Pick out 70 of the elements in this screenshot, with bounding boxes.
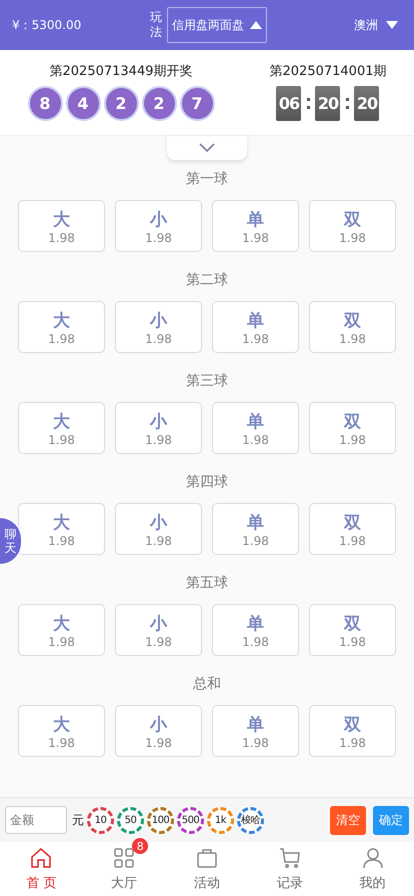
chip-button[interactable]: 500 [177,806,204,834]
countdown-digit: 20 [315,86,340,121]
bet-option[interactable]: 双 1.98 [309,604,396,656]
bet-option[interactable]: 小 1.98 [115,705,202,757]
bet-option[interactable]: 双 1.98 [309,200,396,252]
caret-up-icon [250,21,262,29]
unit-text: 元 [72,812,84,828]
chip-button[interactable]: 100 [147,806,174,834]
chevron-down-icon [199,143,215,153]
chip-button[interactable]: 10 [87,806,114,834]
bet-option[interactable]: 大 1.98 [18,705,105,757]
bet-option[interactable]: 大 1.98 [18,200,105,252]
bet-option[interactable]: 小 1.98 [115,301,202,353]
bet-option[interactable]: 单 1.98 [212,705,299,757]
result-ball: 2 [142,86,176,121]
colon-separator-icon [345,98,350,109]
section-title: 第五球 [186,574,228,593]
bet-option[interactable]: 单 1.98 [212,604,299,656]
bet-option[interactable]: 单 1.98 [212,301,299,353]
bet-option[interactable]: 小 1.98 [115,200,202,252]
home-icon [29,846,54,870]
bet-option[interactable]: 双 1.98 [309,503,396,555]
grid-icon [112,846,136,870]
colon-separator-icon [306,98,310,109]
bet-option[interactable]: 双 1.98 [309,301,396,353]
next-issue-text: 第20250714001期 [270,63,386,80]
bet-option[interactable]: 大 1.98 [18,503,105,555]
chip-button[interactable]: 梭哈 [237,806,264,834]
countdown-digit: 06 [276,86,302,121]
bet-option[interactable]: 小 1.98 [115,503,202,555]
section-title: 第一球 [186,170,228,189]
tab-label: 首 页 [26,875,56,892]
bet-option[interactable]: 小 1.98 [115,402,202,454]
user-icon [360,846,385,870]
last-issue-text: 第20250713449期开奖 [50,63,192,80]
countdown-digit: 20 [354,86,380,121]
bet-option[interactable]: 双 1.98 [309,402,396,454]
caret-down-icon [386,21,398,29]
tab-label: 我的 [360,875,386,892]
amount-field[interactable]: 金额 [5,806,67,834]
result-ball: 2 [104,86,138,121]
play-mode-dropdown[interactable]: 信用盘两面盘 [167,7,267,43]
section-title: 第四球 [186,473,228,492]
balance-text: ¥：5300.00 [12,16,82,34]
chip-button[interactable]: 50 [117,806,144,834]
section-title: 第二球 [186,271,228,290]
tab-label: 活动 [194,875,220,892]
tab-label: 记录 [276,875,303,892]
cart-icon [278,846,302,870]
result-ball: 7 [180,86,214,121]
bet-option[interactable]: 大 1.98 [18,402,105,454]
section-title: 第三球 [186,372,228,391]
section-title: 总和 [193,675,221,694]
clear-button[interactable]: 清空 [330,806,366,834]
chat-tab[interactable]: 聊天 [0,517,22,565]
bet-option[interactable]: 大 1.98 [18,301,105,353]
region-dropdown[interactable]: 澳洲 [348,16,404,34]
result-ball: 8 [28,86,62,121]
bet-option[interactable]: 单 1.98 [212,503,299,555]
collapse-button[interactable] [167,136,247,160]
confirm-button[interactable]: 确定 [373,806,409,834]
result-ball: 4 [66,86,100,121]
bet-option[interactable]: 双 1.98 [309,705,396,757]
chip-button[interactable]: 1k [207,806,234,834]
bet-option[interactable]: 大 1.98 [18,604,105,656]
bet-option[interactable]: 单 1.98 [212,200,299,252]
play-label: 玩法 [150,10,163,40]
bet-option[interactable]: 小 1.98 [115,604,202,656]
tab-label: 大厅 [111,875,138,892]
bet-option[interactable]: 单 1.98 [212,402,299,454]
